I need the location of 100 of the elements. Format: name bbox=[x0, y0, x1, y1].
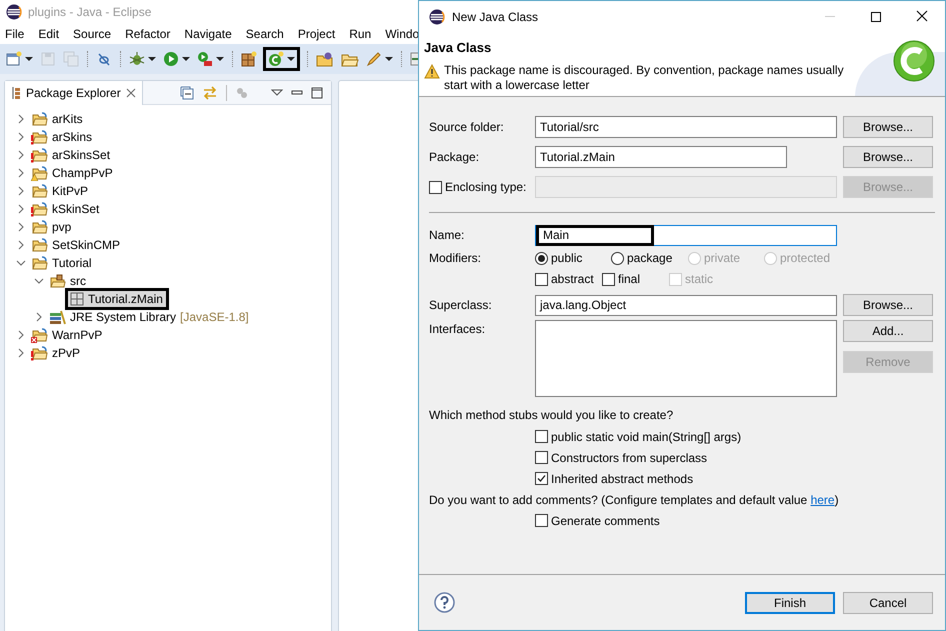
text-field[interactable]: Tutorial/src bbox=[535, 116, 837, 138]
dropdown-caret-icon[interactable] bbox=[182, 56, 190, 62]
tree-item[interactable]: arSkinsSet bbox=[29, 146, 114, 164]
dialog-button[interactable]: Browse... bbox=[843, 294, 933, 316]
menu-item[interactable]: Edit bbox=[38, 25, 60, 43]
tree-item[interactable]: zPvP bbox=[29, 344, 84, 362]
dropdown-caret-icon[interactable] bbox=[287, 56, 295, 62]
checkbox[interactable] bbox=[535, 514, 548, 527]
books-icon bbox=[49, 309, 66, 325]
dialog-button[interactable]: Add... bbox=[843, 320, 933, 342]
dialog-heading: Java Class bbox=[424, 39, 492, 57]
run-toolbox-icon[interactable] bbox=[197, 51, 213, 67]
checkbox[interactable] bbox=[535, 451, 548, 464]
tree-item[interactable]: ChampPvP bbox=[29, 164, 116, 182]
text-field[interactable]: java.lang.Object bbox=[535, 294, 837, 316]
project-folder-error-icon bbox=[31, 201, 48, 217]
maximize-icon[interactable] bbox=[311, 86, 323, 98]
tree-item[interactable]: Tutorial.zMain bbox=[65, 288, 169, 310]
project-folder-error-icon bbox=[31, 345, 48, 361]
dialog-title: New Java Class bbox=[452, 8, 538, 26]
menu-item[interactable]: File bbox=[5, 25, 24, 43]
tree-item[interactable]: JRE System Library [JavaSE-1.8] bbox=[47, 308, 252, 326]
tree-item[interactable]: arSkins bbox=[29, 128, 96, 146]
tree-item[interactable]: WarnPvP bbox=[29, 326, 106, 344]
project-folder-icon bbox=[31, 219, 48, 235]
tree-item-detail: [JavaSE-1.8] bbox=[180, 309, 249, 326]
checkbox-label: Constructors from superclass bbox=[551, 450, 708, 466]
menu-item[interactable]: Navigate bbox=[184, 25, 232, 43]
radio-button[interactable] bbox=[535, 252, 548, 264]
view-tab[interactable]: Package Explorer bbox=[5, 80, 143, 104]
checkbox-label: abstract bbox=[551, 271, 594, 288]
tree-item[interactable]: arKits bbox=[29, 110, 86, 128]
tree-item[interactable]: kSkinSet bbox=[29, 200, 102, 218]
checkbox-label: Inherited abstract methods bbox=[551, 470, 694, 488]
toolbar-button[interactable] bbox=[162, 49, 191, 69]
warning-message: This package name is discouraged. By convention, package names usually start with a lowercase letter bbox=[444, 62, 845, 92]
project-folder-icon bbox=[31, 183, 48, 199]
dropdown-caret-icon[interactable] bbox=[25, 56, 33, 62]
menu-item[interactable]: Project bbox=[298, 25, 336, 43]
dropdown-caret-icon[interactable] bbox=[148, 56, 156, 62]
highlight-frame: Main bbox=[536, 224, 654, 246]
warning-icon bbox=[424, 64, 440, 78]
radio-button[interactable] bbox=[611, 252, 624, 264]
comments-question: Do you want to add comments? (Configure templates and default value here) bbox=[429, 492, 839, 508]
tree-item[interactable]: KitPvP bbox=[29, 182, 92, 200]
checkbox-label: Generate comments bbox=[551, 512, 660, 530]
dropdown-caret-icon[interactable] bbox=[385, 56, 393, 62]
radio-label: package bbox=[627, 250, 672, 267]
project-folder-icon bbox=[31, 255, 48, 271]
menu-item[interactable]: Run bbox=[349, 25, 372, 43]
bug-icon[interactable] bbox=[129, 51, 145, 67]
tree-item[interactable]: Tutorial bbox=[29, 254, 95, 272]
new-window-icon[interactable] bbox=[6, 51, 22, 67]
project-folder-error-icon bbox=[31, 129, 48, 145]
dialog-button[interactable]: Finish bbox=[745, 592, 835, 614]
text-field[interactable]: Main bbox=[535, 224, 837, 246]
checkbox[interactable] bbox=[535, 272, 548, 286]
play-icon[interactable] bbox=[163, 51, 179, 67]
dialog-button[interactable]: Cancel bbox=[843, 592, 933, 614]
field-label: Package: bbox=[429, 149, 480, 166]
minimize-icon[interactable] bbox=[291, 90, 303, 96]
project-folder-error-icon bbox=[31, 327, 48, 343]
field-label: Modifiers: bbox=[429, 250, 482, 267]
checkbox[interactable] bbox=[602, 272, 615, 286]
class-icon[interactable] bbox=[268, 51, 284, 67]
radio-label: private bbox=[704, 250, 740, 267]
tree-item[interactable]: SetSkinCMP bbox=[29, 236, 124, 254]
package-grid-icon bbox=[70, 292, 84, 306]
dropdown-caret-icon[interactable] bbox=[216, 56, 224, 62]
help-icon[interactable] bbox=[434, 592, 455, 613]
close-icon[interactable] bbox=[126, 88, 136, 98]
tree-item[interactable]: src bbox=[47, 272, 89, 290]
project-folder-warning-icon bbox=[31, 165, 48, 181]
menu-item[interactable]: Source bbox=[73, 25, 112, 43]
field-label: Source folder: bbox=[429, 119, 505, 136]
text-field[interactable]: Tutorial.zMain bbox=[535, 146, 787, 168]
toolbar-button[interactable] bbox=[196, 49, 225, 69]
menu-item[interactable]: Windo bbox=[385, 25, 420, 43]
interfaces-list[interactable] bbox=[535, 320, 837, 397]
checkbox-label: public static void main(String[] args) bbox=[551, 428, 742, 446]
checkbox-label: Enclosing type: bbox=[445, 179, 526, 196]
templates-link[interactable]: here bbox=[810, 492, 835, 506]
class-wizard-icon bbox=[893, 40, 935, 82]
checkbox[interactable] bbox=[535, 472, 548, 485]
tree-item[interactable]: pvp bbox=[29, 218, 74, 236]
pen-icon[interactable] bbox=[366, 51, 382, 67]
collapse-all-icon[interactable] bbox=[180, 86, 194, 100]
eclipse-logo-icon bbox=[6, 4, 22, 20]
view-menu-icon[interactable] bbox=[271, 88, 283, 96]
menu-item[interactable]: Refactor bbox=[125, 25, 170, 43]
project-folder-icon bbox=[31, 111, 48, 127]
checkbox-label: static bbox=[685, 271, 714, 288]
checkbox[interactable] bbox=[535, 430, 548, 443]
window-title: plugins - Java - Eclipse bbox=[28, 4, 152, 21]
package-folder-icon bbox=[49, 273, 66, 289]
toolbar-button[interactable] bbox=[263, 47, 300, 71]
project-folder-icon bbox=[31, 237, 48, 253]
menu-item[interactable]: Search bbox=[246, 25, 284, 43]
dialog-button[interactable]: Browse... bbox=[843, 146, 933, 168]
dialog-button[interactable]: Browse... bbox=[843, 116, 933, 138]
